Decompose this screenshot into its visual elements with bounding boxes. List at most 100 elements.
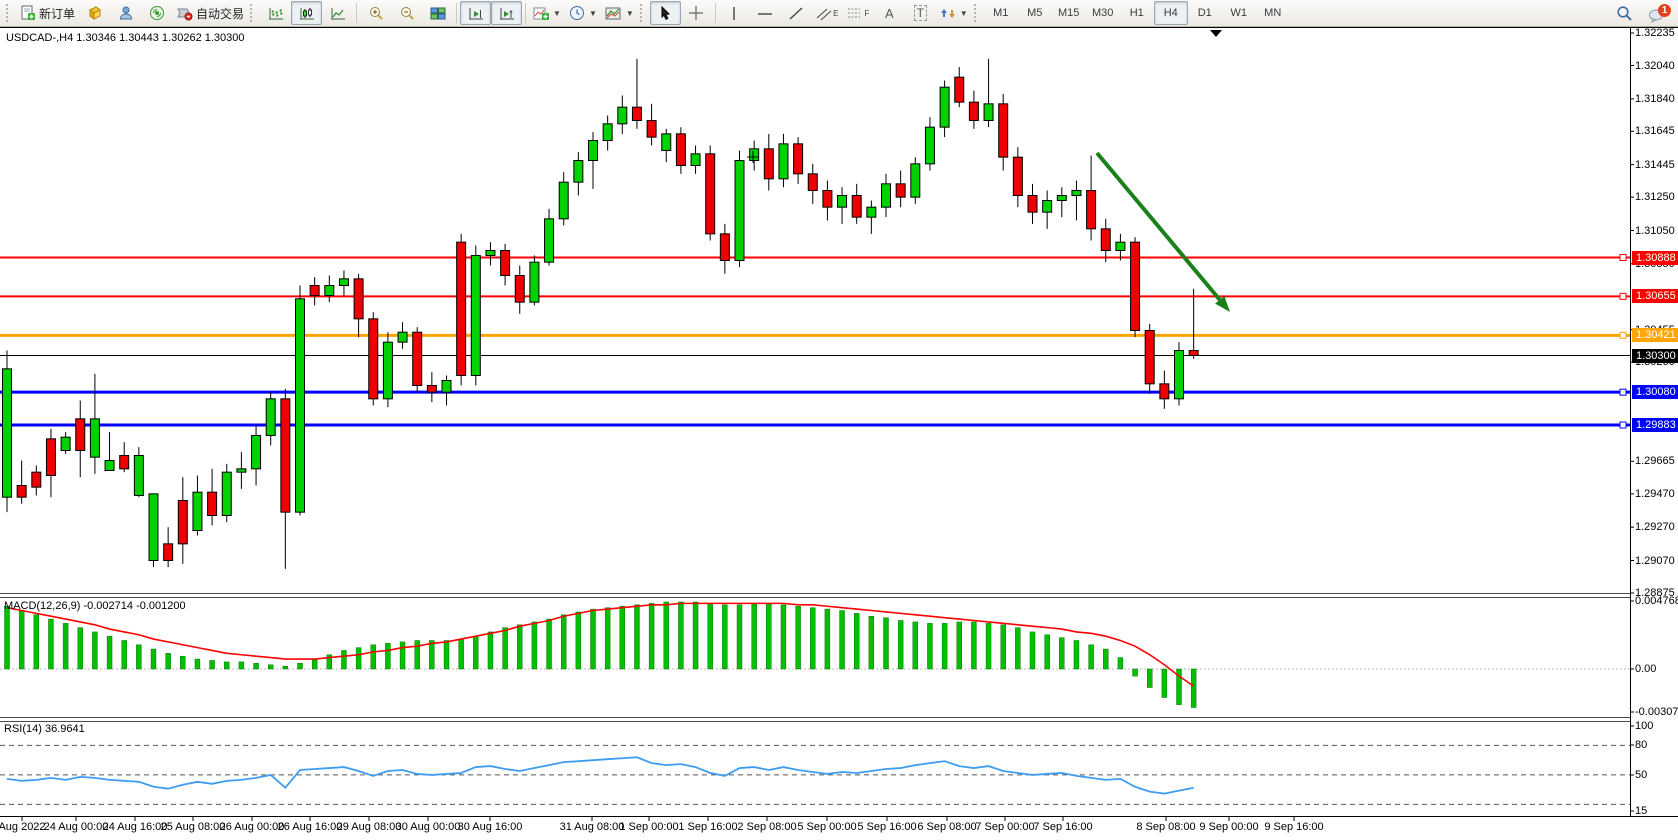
autotrading-button[interactable]: 自动交易 <box>172 1 248 25</box>
price-axis-label: 1.29270 <box>1635 521 1675 533</box>
time-axis-border <box>0 816 1678 817</box>
price-axis-label: 1.29470 <box>1635 488 1675 500</box>
auto-scroll-button[interactable] <box>460 1 491 25</box>
vertical-line-icon <box>728 6 740 21</box>
candlestick-chart-button[interactable] <box>291 1 322 25</box>
toolbar-right-tools: 1 <box>1609 1 1674 25</box>
zoom-out-icon <box>399 5 415 21</box>
new-order-button[interactable]: 新订单 <box>16 1 79 25</box>
chart-top-border <box>0 27 1678 28</box>
trendline-tool-button[interactable] <box>781 1 812 25</box>
templates-button[interactable]: ▼ <box>601 1 638 25</box>
macd-pane-separator[interactable] <box>0 593 1630 598</box>
price-axis-label: 1.31445 <box>1635 159 1675 171</box>
new-order-label: 新订单 <box>39 5 75 22</box>
trendline-icon <box>788 6 804 21</box>
toolbar-separator <box>456 3 457 23</box>
chevron-down-icon: ▼ <box>589 9 597 18</box>
time-axis-label: 5 Sep 00:00 <box>797 821 856 833</box>
timeframe-button-M5[interactable]: M5 <box>1018 1 1052 25</box>
textbox-tool-label: T <box>914 5 927 21</box>
toolbar-grip[interactable] <box>640 4 646 22</box>
macd-axis-label: -0.003071 <box>1635 706 1678 718</box>
templates-icon <box>605 6 622 21</box>
notification-count-badge: 1 <box>1658 4 1671 17</box>
tile-windows-button[interactable] <box>422 1 453 25</box>
horizontal-line-tool-button[interactable] <box>750 1 781 25</box>
search-icon <box>1616 5 1633 22</box>
arrows-tool-button[interactable]: ▼ <box>936 1 972 25</box>
vertical-line-tool-button[interactable] <box>719 1 750 25</box>
new-order-icon <box>20 5 36 21</box>
line-chart-button[interactable] <box>322 1 353 25</box>
timeframe-button-D1[interactable]: D1 <box>1188 1 1222 25</box>
time-axis-label: 1 Sep 16:00 <box>678 821 737 833</box>
zoom-out-button[interactable] <box>391 1 422 25</box>
price-axis-label: 1.29665 <box>1635 455 1675 467</box>
line-chart-icon <box>330 6 346 21</box>
macd-axis-label: 0.00 <box>1635 663 1656 675</box>
chevron-down-icon: ▼ <box>553 9 561 18</box>
crosshair-icon <box>688 5 704 21</box>
axis-ticks <box>22 33 1634 821</box>
toolbar-grip[interactable] <box>6 4 12 22</box>
fibonacci-tool-button[interactable]: F <box>843 1 874 25</box>
price-axis-label: 1.29070 <box>1635 555 1675 567</box>
price-axis-label: 1.31645 <box>1635 125 1675 137</box>
notifications-button[interactable]: 1 <box>1640 1 1674 25</box>
price-axis-label: 1.32040 <box>1635 60 1675 72</box>
text-tool-button[interactable]: A <box>874 1 905 25</box>
main-toolbar: 新订单 自动交易 <box>0 0 1678 27</box>
market-watch-button[interactable] <box>79 1 110 25</box>
timeframe-button-M1[interactable]: M1 <box>984 1 1018 25</box>
channel-tool-button[interactable]: E <box>812 1 843 25</box>
clock-icon <box>569 5 585 21</box>
equidistant-channel-icon <box>816 6 832 21</box>
chart-shift-button[interactable] <box>491 1 522 25</box>
indicator-level-lines <box>0 669 1630 804</box>
time-axis-label: 25 Aug 08:00 <box>161 821 226 833</box>
time-axis-label: 6 Sep 08:00 <box>917 821 976 833</box>
cursor-tool-button[interactable] <box>650 1 681 25</box>
time-axis-label: 29 Aug 08:00 <box>337 821 402 833</box>
text-label-tool-button[interactable]: T <box>905 1 936 25</box>
chevron-down-icon: ▼ <box>960 9 968 18</box>
timeframe-button-H4[interactable]: H4 <box>1154 1 1188 25</box>
zoom-in-button[interactable] <box>360 1 391 25</box>
crosshair-tool-button[interactable] <box>681 1 712 25</box>
toolbar-grip[interactable] <box>250 4 256 22</box>
horizontal-level-lines <box>0 255 1630 429</box>
signals-button[interactable] <box>141 1 172 25</box>
periods-button[interactable]: ▼ <box>565 1 601 25</box>
chart-shift-marker[interactable] <box>1210 30 1222 37</box>
chart-shift-icon <box>499 6 515 21</box>
chart-annotations <box>747 151 1230 312</box>
profile-icon <box>118 5 134 21</box>
timeframe-button-M15[interactable]: M15 <box>1052 1 1086 25</box>
chart-canvas[interactable] <box>0 0 1678 840</box>
toolbar-separator <box>525 3 526 23</box>
time-axis-label: 31 Aug 08:00 <box>560 821 625 833</box>
rsi-pane-separator[interactable] <box>0 717 1630 722</box>
search-button[interactable] <box>1609 1 1640 25</box>
rsi-axis-label: 100 <box>1635 720 1653 732</box>
price-axis-label: 1.32235 <box>1635 27 1675 39</box>
navigator-button[interactable] <box>110 1 141 25</box>
cursor-icon <box>658 6 672 21</box>
time-axis-label: 5 Sep 16:00 <box>857 821 916 833</box>
indicators-button[interactable]: ▼ <box>529 1 565 25</box>
bar-chart-button[interactable] <box>260 1 291 25</box>
time-axis-label: 26 Aug 16:00 <box>278 821 343 833</box>
toolbar-grip[interactable] <box>974 4 980 22</box>
timeframe-button-W1[interactable]: W1 <box>1222 1 1256 25</box>
price-axis-label: 1.31840 <box>1635 93 1675 105</box>
timeframe-button-M30[interactable]: M30 <box>1086 1 1120 25</box>
price-badge: 1.30421 <box>1632 328 1678 342</box>
timeframe-button-MN[interactable]: MN <box>1256 1 1290 25</box>
toolbar-separator <box>715 3 716 23</box>
text-tool-label: A <box>885 6 894 21</box>
autotrading-label: 自动交易 <box>196 5 244 22</box>
timeframe-group: M1M5M15M30H1H4D1W1MN <box>984 1 1290 25</box>
timeframe-button-H1[interactable]: H1 <box>1120 1 1154 25</box>
bar-chart-icon <box>268 6 284 21</box>
